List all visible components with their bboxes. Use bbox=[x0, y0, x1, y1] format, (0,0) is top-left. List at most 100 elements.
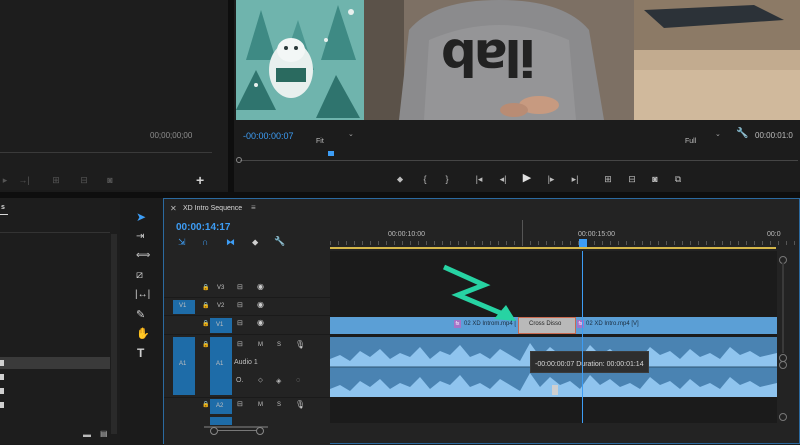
scroll-handle-top-2[interactable] bbox=[779, 361, 787, 369]
selection-tool-icon[interactable]: ➤ bbox=[136, 210, 146, 224]
hamburger-icon[interactable]: ≡ bbox=[251, 203, 256, 212]
add-marker-icon[interactable]: ⬥ bbox=[252, 237, 258, 248]
export-frame-icon[interactable]: ◙ bbox=[104, 174, 116, 186]
program-playhead-marker[interactable] bbox=[328, 151, 334, 156]
solo-button[interactable]: S bbox=[277, 402, 281, 408]
source-patch-v1[interactable]: V1 bbox=[173, 300, 195, 314]
sync-lock-icon[interactable]: ⊟ bbox=[237, 340, 243, 348]
lock-icon[interactable]: 🔒 bbox=[202, 320, 209, 327]
step-back-icon[interactable]: ◂| bbox=[496, 173, 510, 185]
track-target-a1[interactable]: A1 bbox=[210, 337, 232, 395]
work-area-bar[interactable] bbox=[330, 247, 776, 249]
track-row-a2: 🔒 A2 ⊟ M S 🎙 bbox=[164, 398, 330, 415]
lock-icon[interactable]: 🔒 bbox=[202, 341, 209, 348]
mark-out-icon[interactable]: } bbox=[442, 173, 452, 185]
illustration-panel bbox=[236, 0, 364, 120]
overwrite-icon[interactable]: ⊟ bbox=[76, 174, 92, 186]
type-tool-icon[interactable]: T bbox=[137, 346, 144, 360]
keyframe-icon[interactable]: ⬦ bbox=[258, 377, 263, 385]
eye-icon[interactable]: ◉ bbox=[257, 318, 264, 327]
keyframe-prev-icon[interactable]: O. bbox=[236, 377, 243, 384]
nest-icon[interactable]: ⇲ bbox=[178, 237, 186, 248]
project-scrollbar[interactable] bbox=[111, 234, 117, 434]
wrench-icon[interactable]: 🔧 bbox=[736, 128, 748, 139]
project-list-row-selected[interactable] bbox=[0, 357, 110, 369]
go-to-out-icon[interactable]: ▸| bbox=[568, 173, 582, 185]
project-tab-label[interactable]: s bbox=[1, 204, 5, 211]
extract-icon[interactable]: ⊟ bbox=[624, 173, 640, 185]
step-back-icon[interactable]: ▸ bbox=[0, 174, 10, 186]
program-transport: ⬥ { } |◂ ◂| ▶ |▸ ▸| ⊞ ⊟ ◙ ⧉ bbox=[394, 172, 694, 187]
source-patch-a1[interactable]: A1 bbox=[173, 337, 195, 395]
lock-icon[interactable]: 🔒 bbox=[202, 284, 209, 291]
slip-icon[interactable]: |↔| bbox=[135, 289, 150, 300]
folder-icon[interactable]: ▬ bbox=[83, 430, 91, 439]
timeline-settings-icon[interactable]: 🔧 bbox=[274, 236, 285, 247]
scrub-start-handle[interactable] bbox=[236, 157, 242, 163]
sync-lock-icon[interactable]: ⊟ bbox=[237, 400, 243, 408]
delete-icon[interactable]: ▤ bbox=[100, 429, 108, 438]
track-select-icon[interactable]: ⇥ bbox=[136, 231, 144, 242]
mute-button[interactable]: M bbox=[258, 402, 263, 408]
video-frame: ilab bbox=[236, 0, 800, 120]
sequence-current-timecode[interactable]: 00:00:14:17 bbox=[176, 222, 230, 233]
lock-icon[interactable]: 🔒 bbox=[202, 302, 209, 309]
time-ruler[interactable]: 00:00:10:00 00:00:15:00 00:0 bbox=[330, 220, 800, 251]
razor-icon[interactable]: ⧄ bbox=[136, 269, 143, 282]
file-icon bbox=[0, 374, 4, 380]
timeline-horizontal-scrollbar[interactable] bbox=[210, 426, 270, 436]
scroll-handle-bottom-2[interactable] bbox=[779, 413, 787, 421]
step-forward-icon[interactable]: |▸ bbox=[544, 173, 558, 185]
export-frame-icon[interactable]: ◙ bbox=[648, 173, 662, 185]
mute-button[interactable]: M bbox=[258, 342, 263, 348]
snap-icon[interactable]: ∩ bbox=[202, 237, 208, 247]
program-timecode[interactable]: -00:00:00:07 bbox=[243, 131, 294, 141]
shirt-logo: ilab bbox=[444, 28, 536, 86]
voiceover-mic-icon[interactable]: 🎙 bbox=[295, 340, 305, 349]
cross-dissolve-transition[interactable]: Cross Disso bbox=[518, 317, 576, 334]
timeline-vertical-scrollbar[interactable] bbox=[777, 251, 800, 431]
keyframe-next-icon[interactable]: ◌ bbox=[296, 377, 300, 384]
go-to-in-icon[interactable]: |◂ bbox=[472, 173, 486, 185]
go-to-out-icon[interactable]: →| bbox=[18, 174, 30, 186]
sync-lock-icon[interactable]: ⊟ bbox=[237, 283, 243, 291]
linked-selection-icon[interactable]: ⧓ bbox=[226, 237, 235, 248]
source-scrub-bar[interactable] bbox=[0, 152, 212, 153]
solo-button[interactable]: S bbox=[277, 342, 281, 348]
trim-tooltip: -00:00:00:07 Duration: 00:00:01:14 bbox=[530, 351, 649, 373]
hscroll-left-handle[interactable] bbox=[210, 427, 218, 435]
sync-lock-icon[interactable]: ⊟ bbox=[237, 301, 243, 309]
scroll-track bbox=[782, 263, 784, 353]
track-target-v1[interactable]: V1 bbox=[210, 318, 232, 333]
marker-icon[interactable]: ⬥ bbox=[394, 173, 406, 185]
sequence-tab-title[interactable]: XD Intro Sequence bbox=[183, 205, 242, 212]
zoom-select[interactable]: Fit ⌄ bbox=[316, 130, 358, 145]
mark-in-icon[interactable]: { bbox=[420, 173, 430, 185]
audio-transition-marker[interactable] bbox=[552, 385, 558, 395]
hscroll-right-handle[interactable] bbox=[256, 427, 264, 435]
eye-icon[interactable]: ◉ bbox=[257, 282, 264, 291]
ripple-edit-icon[interactable]: ⟺ bbox=[136, 250, 150, 261]
program-monitor-panel: ilab -00:00:00:07 Fit ⌄ Full ⌄ 🔧 00:00:0… bbox=[234, 0, 800, 195]
keyframe-add-icon[interactable]: ◈ bbox=[276, 377, 281, 385]
play-icon[interactable]: ▶ bbox=[520, 172, 534, 184]
pen-icon[interactable]: ✎ bbox=[136, 308, 145, 321]
lock-icon[interactable]: 🔒 bbox=[202, 401, 209, 408]
insert-icon[interactable]: ⊞ bbox=[48, 174, 64, 186]
track-target-a2[interactable]: A2 bbox=[210, 399, 232, 414]
eye-icon[interactable]: ◉ bbox=[257, 300, 264, 309]
track-row-a3-partial bbox=[210, 417, 232, 425]
hand-icon[interactable]: ✋ bbox=[136, 327, 150, 340]
comparison-view-icon[interactable]: ⧉ bbox=[670, 173, 686, 185]
voiceover-mic-icon[interactable]: 🎙 bbox=[295, 400, 305, 409]
playhead-head[interactable] bbox=[579, 239, 587, 247]
quality-select[interactable]: Full ⌄ bbox=[685, 130, 727, 145]
track-content: fx 02 XD Introm.mp4 [ fx 02 XD Intro.mp4… bbox=[330, 251, 777, 423]
close-icon[interactable]: ✕ bbox=[170, 204, 177, 213]
track-label-v2: V2 bbox=[217, 303, 225, 309]
program-scrub-bar[interactable] bbox=[236, 151, 800, 165]
sync-lock-icon[interactable]: ⊟ bbox=[237, 319, 243, 327]
lift-icon[interactable]: ⊞ bbox=[600, 173, 616, 185]
add-button-icon[interactable]: + bbox=[196, 172, 204, 188]
presenter-video: ilab bbox=[364, 0, 634, 120]
